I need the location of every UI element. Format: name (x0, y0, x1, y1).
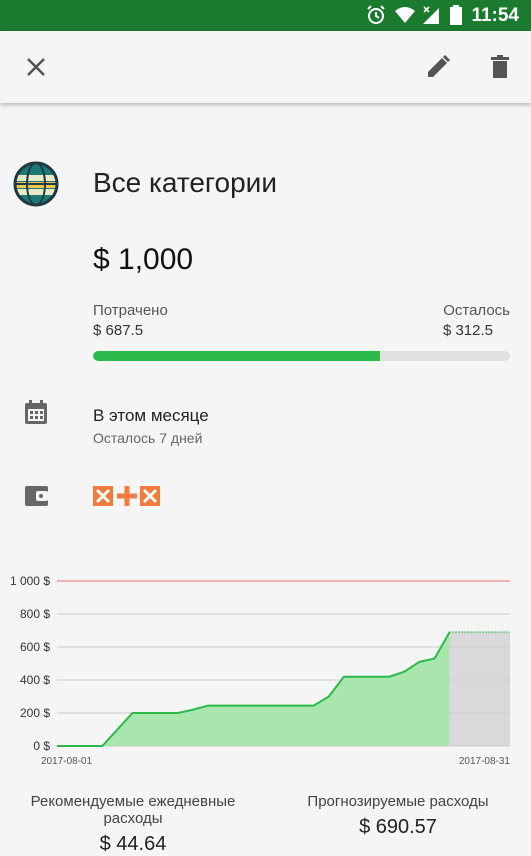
globe-icon (13, 161, 59, 207)
remaining-value: $ 312.5 (442, 322, 493, 339)
calendar-icon (25, 400, 47, 424)
daily-recommended-stat: Рекомендуемые ежедневные расходы $ 44.64 (18, 793, 248, 856)
y-tick-label: 0 $ (33, 739, 50, 753)
wifi-icon (395, 7, 415, 23)
y-tick-label: 600 $ (20, 640, 50, 654)
budget-amount: $ 1,000 (93, 243, 194, 276)
daily-recommended-value: $ 44.64 (99, 833, 167, 855)
x-tick-label: 2017-08-01 (41, 756, 93, 767)
forecast-area (449, 632, 510, 746)
forecast-label: Прогнозируемые расходы (307, 793, 489, 810)
spent-label: Потрачено (93, 302, 168, 319)
budget-details: Все категории $ 1,000 Потрачено $ 687.5 … (0, 103, 531, 855)
remaining-label: Осталось (443, 302, 510, 319)
forecast-value: $ 690.57 (359, 816, 437, 838)
budget-progress-bar (93, 351, 510, 361)
close-icon[interactable] (22, 53, 50, 81)
spent-value: $ 687.5 (93, 322, 144, 339)
period-remaining: Осталось 7 дней (93, 430, 203, 446)
actual-spending-area (57, 632, 450, 746)
plus-icon (117, 486, 137, 506)
wallet-icon (25, 486, 48, 506)
battery-icon (450, 5, 462, 25)
y-tick-label: 800 $ (20, 607, 50, 621)
y-tick-label: 400 $ (20, 673, 50, 687)
status-bar: 11:54 (0, 0, 531, 31)
budget-progress-fill (93, 351, 380, 361)
period-title[interactable]: В этом месяце (93, 406, 209, 426)
pencil-icon[interactable] (424, 53, 452, 81)
trash-icon[interactable] (486, 53, 514, 81)
accounts-icons[interactable] (93, 484, 161, 508)
account-cross-icon (93, 486, 113, 506)
alarm-icon (367, 5, 385, 24)
app-bar (0, 31, 531, 103)
status-time: 11:54 (471, 5, 519, 26)
signal-icon (423, 6, 439, 24)
forecast-stat: Прогнозируемые расходы $ 690.57 (288, 793, 508, 839)
spending-chart: 1 000 $ 800 $ 600 $ 400 $ 200 $ 0 $ 2017-08-01… (10, 574, 511, 767)
category-title: Все категории (93, 167, 277, 198)
x-tick-label: 2017-08-31 (459, 756, 511, 767)
y-tick-label: 200 $ (20, 706, 50, 720)
daily-recommended-label: Рекомендуемые ежедневные расходы (30, 793, 236, 827)
y-tick-label: 1 000 $ (10, 574, 50, 588)
account-cross-icon (140, 486, 160, 506)
